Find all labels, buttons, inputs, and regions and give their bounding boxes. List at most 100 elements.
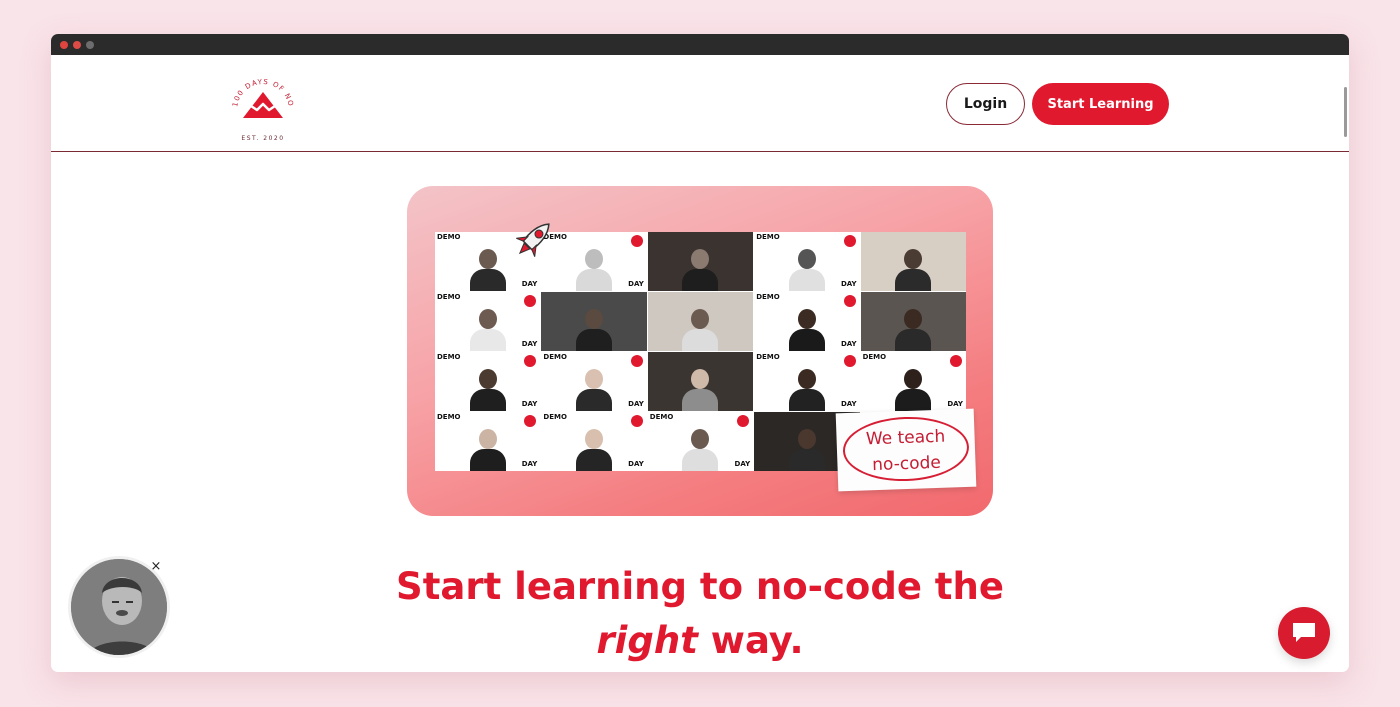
participant-head bbox=[797, 249, 816, 269]
rocket-icon bbox=[516, 223, 550, 257]
participant-body bbox=[788, 449, 825, 471]
headline-emphasis: right bbox=[596, 619, 698, 662]
logo-badge-icon bbox=[524, 355, 537, 367]
participant-silhouette bbox=[788, 425, 825, 471]
video-tile bbox=[647, 232, 754, 291]
participant-silhouette bbox=[469, 245, 506, 291]
day-label: DAY bbox=[734, 460, 751, 468]
site-header: 100 DAYS OF NO CODE EST. 2020 Login Star… bbox=[51, 55, 1349, 152]
logo-badge-icon bbox=[630, 235, 643, 247]
day-label: DAY bbox=[521, 280, 538, 288]
participant-head bbox=[478, 429, 497, 449]
logo-badge-icon bbox=[843, 235, 856, 247]
logo-badge-icon bbox=[737, 415, 750, 427]
participant-head bbox=[691, 369, 710, 389]
logo-badge-icon bbox=[630, 355, 643, 367]
video-tile: DEMO DAY bbox=[435, 352, 541, 411]
participant-head bbox=[478, 249, 497, 269]
participant-silhouette bbox=[788, 305, 825, 351]
day-label: DAY bbox=[628, 460, 644, 468]
login-button[interactable]: Login bbox=[946, 83, 1025, 125]
demo-label: DEMO bbox=[862, 353, 887, 361]
participant-silhouette bbox=[576, 245, 613, 291]
minimize-window-dot[interactable] bbox=[73, 41, 81, 49]
video-tile bbox=[647, 352, 754, 411]
video-tile: DEMO DAY bbox=[647, 412, 754, 471]
participant-silhouette bbox=[576, 425, 613, 471]
participant-head bbox=[904, 369, 923, 389]
video-tile: DEMO DAY bbox=[754, 292, 860, 351]
participant-silhouette bbox=[682, 425, 719, 471]
browser-window: 100 DAYS OF NO CODE EST. 2020 Login Star… bbox=[51, 34, 1349, 672]
participant-head bbox=[797, 309, 816, 329]
close-window-dot[interactable] bbox=[60, 41, 68, 49]
participant-head bbox=[585, 429, 604, 449]
zoom-window-dot[interactable] bbox=[86, 41, 94, 49]
participant-body bbox=[682, 449, 719, 471]
hero-headline: Start learning to no-code the right way. bbox=[51, 560, 1349, 668]
participant-head bbox=[797, 429, 816, 449]
participant-silhouette bbox=[682, 305, 719, 351]
logo-badge-icon bbox=[843, 295, 856, 307]
participant-body bbox=[788, 329, 825, 351]
participant-silhouette bbox=[788, 365, 825, 411]
video-tile bbox=[647, 292, 754, 351]
demo-label: DEMO bbox=[437, 413, 461, 421]
headline-line-2-rest: way. bbox=[697, 619, 804, 662]
video-tile bbox=[860, 232, 966, 291]
day-label: DAY bbox=[840, 280, 857, 288]
day-label: DAY bbox=[840, 400, 857, 408]
video-tile bbox=[860, 292, 966, 351]
video-tile: DEMO DAY bbox=[435, 292, 541, 351]
participant-body bbox=[788, 269, 825, 291]
100-days-of-no-code-logo[interactable]: 100 DAYS OF NO CODE EST. 2020 bbox=[227, 72, 299, 144]
participant-head bbox=[691, 309, 710, 329]
day-label: DAY bbox=[521, 340, 538, 348]
video-tile: DEMO DAY bbox=[754, 232, 860, 291]
video-tile bbox=[541, 292, 647, 351]
participant-silhouette bbox=[895, 305, 932, 351]
participant-silhouette bbox=[576, 305, 613, 351]
day-label: DAY bbox=[947, 400, 963, 408]
day-label: DAY bbox=[628, 280, 644, 288]
participant-body bbox=[682, 329, 719, 351]
day-label: DAY bbox=[521, 460, 538, 468]
participant-body bbox=[895, 329, 932, 351]
participant-body bbox=[576, 449, 613, 471]
participant-head bbox=[585, 249, 604, 269]
participant-silhouette bbox=[469, 425, 506, 471]
participant-body bbox=[788, 389, 825, 411]
we-teach-no-code-note: We teach no-code bbox=[835, 408, 977, 492]
participant-silhouette bbox=[788, 245, 825, 291]
participant-head bbox=[478, 369, 497, 389]
close-icon[interactable]: × bbox=[148, 559, 164, 575]
day-label: DAY bbox=[628, 400, 644, 408]
participant-body bbox=[469, 269, 506, 291]
demo-label: DEMO bbox=[756, 293, 780, 301]
logo-badge-icon bbox=[524, 415, 537, 427]
headline-line-1: Start learning to no-code the bbox=[396, 565, 1004, 608]
page-scrollbar[interactable] bbox=[1344, 87, 1347, 137]
demo-label: DEMO bbox=[543, 413, 567, 421]
participant-silhouette bbox=[576, 365, 613, 411]
participant-body bbox=[682, 269, 719, 291]
video-tile: DEMO DAY bbox=[754, 352, 860, 411]
participant-head bbox=[691, 429, 710, 449]
svg-text:EST. 2020: EST. 2020 bbox=[241, 135, 284, 142]
participant-body bbox=[469, 389, 506, 411]
video-tile: DEMO DAY bbox=[860, 352, 966, 411]
participant-head bbox=[691, 249, 710, 269]
hero-image-card: DEMO DAY DEMO DAY DEMO DAY DEMO DAY DEMO DAY DEMO D… bbox=[407, 186, 993, 516]
demo-label: DEMO bbox=[756, 233, 780, 241]
demo-label: DEMO bbox=[437, 353, 461, 361]
chat-bubble-icon bbox=[1293, 623, 1315, 642]
sticky-line-2: no-code bbox=[871, 452, 942, 476]
logo-badge-icon bbox=[630, 415, 643, 427]
video-tile: DEMO DAY bbox=[435, 412, 541, 471]
participant-body bbox=[895, 389, 932, 411]
chat-button[interactable] bbox=[1278, 607, 1330, 659]
participant-body bbox=[895, 269, 932, 291]
logo-badge-icon bbox=[843, 355, 856, 367]
logo-badge-icon bbox=[950, 355, 962, 367]
start-learning-button[interactable]: Start Learning bbox=[1032, 83, 1169, 125]
